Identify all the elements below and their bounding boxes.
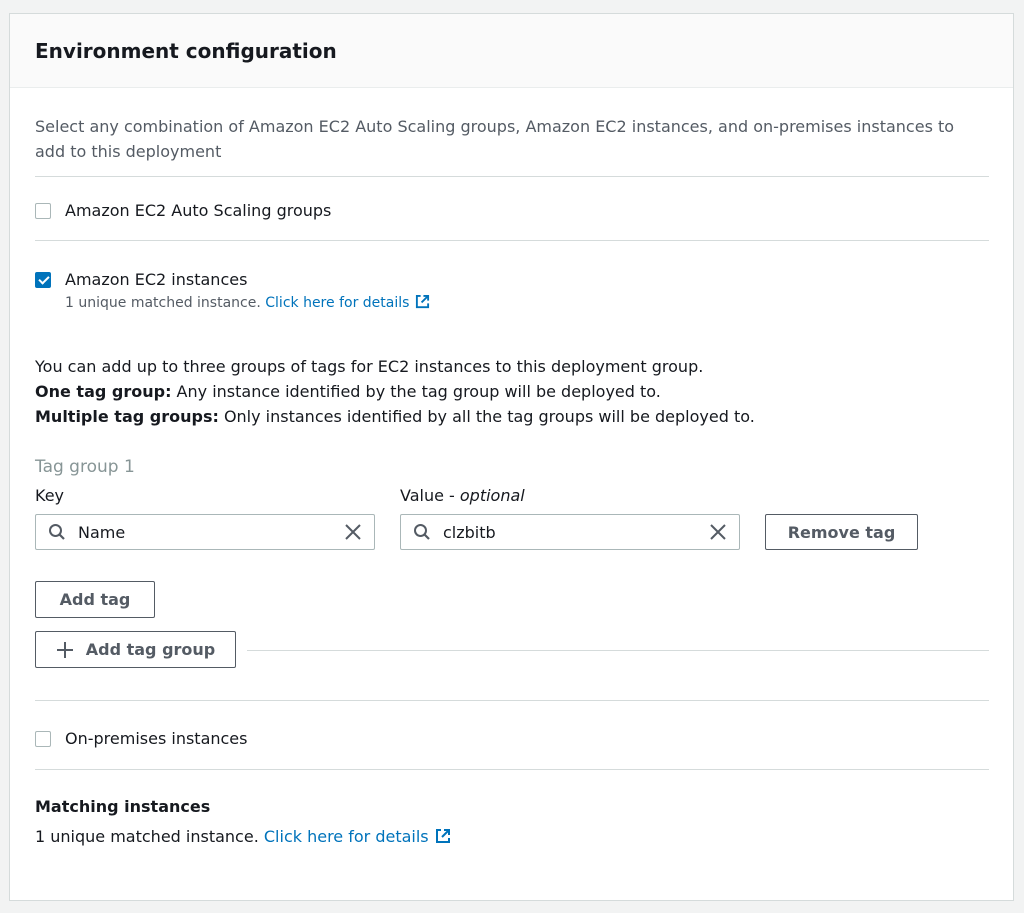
ec2-label: Amazon EC2 instances <box>65 270 248 289</box>
onprem-checkbox[interactable] <box>35 731 51 747</box>
add-tag-row: Add tag <box>35 581 989 618</box>
matching-details-link[interactable]: Click here for details <box>264 827 451 846</box>
divider <box>247 650 989 651</box>
onprem-option[interactable]: On-premises instances <box>35 729 989 749</box>
remove-tag-button[interactable]: Remove tag <box>765 514 918 550</box>
value-label-text: Value - <box>400 486 460 505</box>
search-icon <box>49 524 65 540</box>
tag-row: Key Value - optional Name clzbitb Remove… <box>35 486 989 550</box>
tag-info-line1: You can add up to three groups of tags f… <box>35 357 704 376</box>
external-link-icon <box>435 829 450 843</box>
one-tag-group-label: One tag group: <box>35 382 172 401</box>
asg-checkbox[interactable] <box>35 203 51 219</box>
clear-icon[interactable] <box>344 523 362 541</box>
ec2-checkbox[interactable] <box>35 272 51 288</box>
matching-instances-title: Matching instances <box>35 797 211 816</box>
plus-icon <box>56 641 73 658</box>
tag-info-line2: One tag group: Any instance identified b… <box>35 379 989 404</box>
panel-title: Environment configuration <box>35 39 337 63</box>
ec2-matched-text: 1 unique matched instance. <box>65 295 261 311</box>
value-input-value: clzbitb <box>443 522 496 542</box>
matching-instances-text: 1 unique matched instance. <box>35 827 259 846</box>
tag-group-title: Tag group 1 <box>35 457 135 477</box>
tag-info-line3: Multiple tag groups: Only instances iden… <box>35 404 989 429</box>
divider <box>35 240 989 241</box>
one-tag-group-text: Any instance identified by the tag group… <box>171 382 661 401</box>
multi-tag-group-label: Multiple tag groups: <box>35 407 219 426</box>
add-tag-button[interactable]: Add tag <box>35 581 155 618</box>
environment-configuration-panel: Environment configuration Select any com… <box>9 13 1014 901</box>
matching-instances-info: 1 unique matched instance. Click here fo… <box>35 826 989 848</box>
add-tag-group-row: Add tag group <box>35 631 989 669</box>
onprem-label: On-premises instances <box>65 729 248 748</box>
divider <box>35 700 989 701</box>
divider <box>35 176 989 177</box>
external-link-icon <box>416 294 430 309</box>
tag-info: You can add up to three groups of tags f… <box>35 354 989 429</box>
panel-description: Select any combination of Amazon EC2 Aut… <box>35 117 955 161</box>
ec2-details-link-text: Click here for details <box>265 295 410 311</box>
matching-details-link-text: Click here for details <box>263 827 429 846</box>
key-input[interactable]: Name <box>35 514 375 550</box>
panel-header: Environment configuration <box>10 14 1013 88</box>
multi-tag-group-text: Only instances identified by all the tag… <box>218 407 755 426</box>
clear-icon[interactable] <box>709 523 727 541</box>
ec2-matched-info: 1 unique matched instance. Click here fo… <box>65 294 989 312</box>
key-label: Key <box>35 486 65 505</box>
add-tag-group-button[interactable]: Add tag group <box>35 631 236 668</box>
divider <box>35 769 989 770</box>
search-icon <box>414 524 430 540</box>
ec2-details-link[interactable]: Click here for details <box>265 294 430 311</box>
ec2-option[interactable]: Amazon EC2 instances <box>35 270 989 290</box>
panel-content: Select any combination of Amazon EC2 Aut… <box>10 88 1013 848</box>
value-input[interactable]: clzbitb <box>400 514 740 550</box>
asg-option[interactable]: Amazon EC2 Auto Scaling groups <box>35 201 989 221</box>
value-optional-text: optional <box>459 486 525 505</box>
asg-label: Amazon EC2 Auto Scaling groups <box>65 201 332 220</box>
value-label: Value - optional <box>400 486 525 506</box>
add-tag-group-label: Add tag group <box>85 640 216 659</box>
key-input-value: Name <box>78 522 126 542</box>
